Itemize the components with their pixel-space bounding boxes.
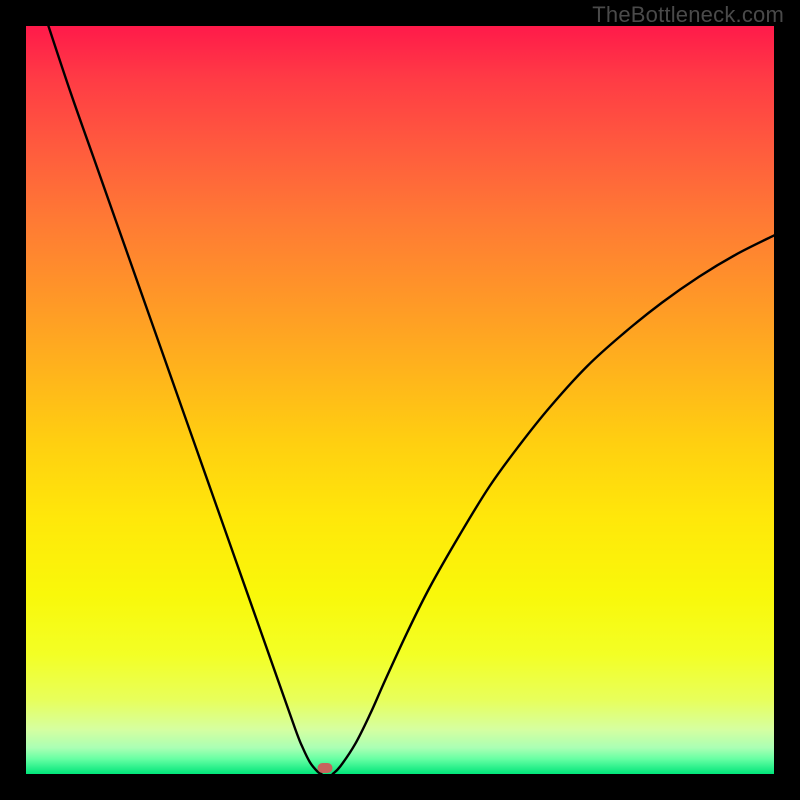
left-branch-path: [48, 26, 321, 774]
plot-area: [26, 26, 774, 774]
curve-svg: [26, 26, 774, 774]
chart-frame: TheBottleneck.com: [0, 0, 800, 800]
right-branch-path: [333, 235, 774, 774]
bottleneck-marker: [318, 763, 333, 773]
watermark-text: TheBottleneck.com: [592, 2, 784, 28]
